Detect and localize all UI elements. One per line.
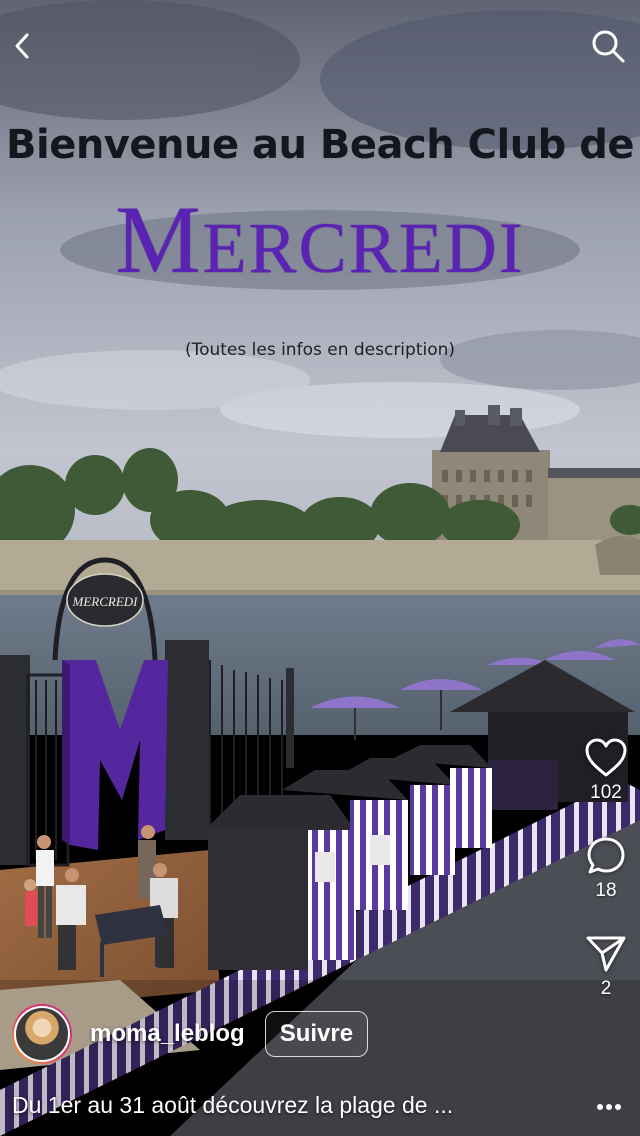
reel-viewer: MERCREDI Bienvenue au Beach Club de MERC…	[0, 0, 640, 1136]
author-row: moma_leblog Suivre	[12, 1004, 369, 1064]
video-headline: Bienvenue au Beach Club de	[6, 122, 635, 168]
username-link[interactable]: moma_leblog	[90, 1020, 245, 1048]
video-frame: MERCREDI	[0, 0, 640, 1136]
comment-button[interactable]: 18	[586, 836, 626, 902]
comment-count: 18	[595, 880, 617, 901]
search-icon	[592, 30, 625, 63]
avatar-image	[14, 1006, 70, 1062]
action-rail: 102 18 2	[576, 738, 636, 1000]
back-button[interactable]	[2, 26, 42, 66]
brand-rest: ERCREDI	[202, 208, 525, 288]
brand-initial: M	[115, 186, 203, 293]
more-options-button[interactable]	[596, 1098, 622, 1116]
follow-button[interactable]: Suivre	[264, 1011, 369, 1057]
post-caption[interactable]: Du 1er au 31 août découvrez la plage de …	[12, 1092, 453, 1119]
like-button[interactable]: 102	[584, 738, 628, 804]
gate-sign-text: MERCREDI	[72, 594, 139, 609]
search-button[interactable]	[588, 26, 628, 66]
heart-icon	[585, 738, 627, 777]
more-icon	[597, 1104, 621, 1110]
comment-icon	[587, 837, 625, 874]
video-brand-title: MERCREDI	[0, 192, 640, 288]
video-subnote: (Toutes les infos en description)	[184, 340, 456, 360]
share-count: 2	[600, 978, 612, 999]
share-button[interactable]: 2	[585, 934, 627, 1000]
avatar[interactable]	[12, 1004, 72, 1064]
send-icon	[586, 936, 626, 972]
chevron-left-icon	[15, 33, 29, 59]
like-count: 102	[590, 782, 622, 803]
